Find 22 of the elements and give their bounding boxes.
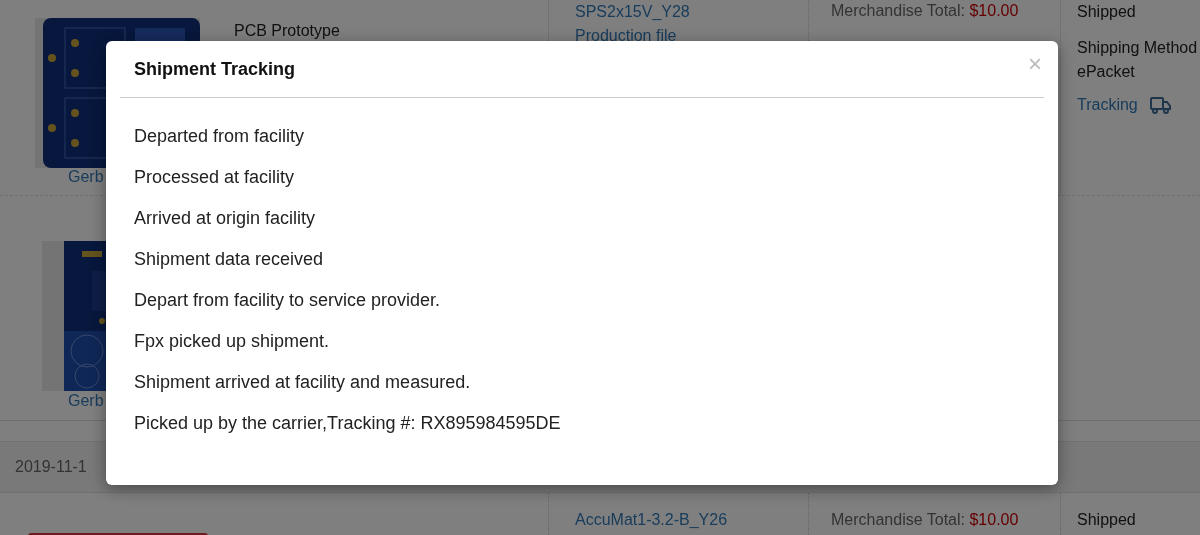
tracking-event: Shipment data received <box>134 249 324 270</box>
order-date: 2019-11-1 <box>15 458 87 476</box>
order-status: Shipped <box>1077 2 1136 22</box>
shipping-method-label: Shipping Method <box>1077 38 1198 58</box>
tracking-event: Shipment arrived at facility and measured. <box>134 372 471 393</box>
tracking-event: Fpx picked up shipment. <box>134 331 330 352</box>
tracking-event: Depart from facility to service provider. <box>134 290 441 311</box>
tracking-event: Processed at facility <box>134 167 295 188</box>
merchandise-total: Merchandise Total: $10.00 <box>831 511 1019 529</box>
shipping-method: ePacket <box>1077 62 1135 82</box>
file-name-link[interactable]: SPS2x15V_Y28 <box>575 0 690 24</box>
tracking-event: Departed from facility <box>134 126 305 147</box>
product-name: PCB Prototype <box>234 22 340 39</box>
file-name-link[interactable]: AccuMat1-3.2-B_Y26 <box>575 511 728 529</box>
dialog-title: Shipment Tracking <box>134 58 296 80</box>
tracking-event: Picked up by the carrier,Tracking #: RX895984595DE <box>134 413 561 434</box>
tracking-event: Arrived at origin facility <box>134 208 316 229</box>
truck-icon[interactable] <box>1149 96 1172 114</box>
merchandise-total: Merchandise Total: $10.00 <box>831 1 1019 21</box>
order-status: Shipped <box>1077 511 1136 529</box>
close-button[interactable]: × <box>1028 50 1042 78</box>
tracking-link[interactable]: Tracking <box>1077 96 1138 114</box>
